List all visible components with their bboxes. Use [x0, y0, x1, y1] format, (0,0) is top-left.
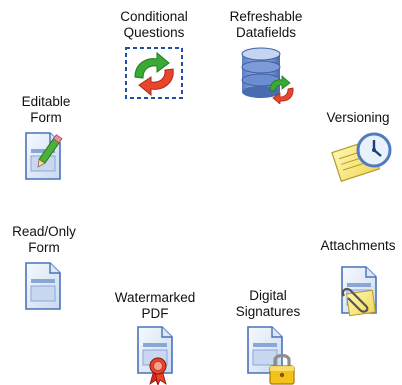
- document-ribbon-icon: [136, 326, 182, 385]
- document-lock-icon: [246, 326, 300, 385]
- editable-form-label: Editable Form: [21, 94, 71, 125]
- attachments-label: Attachments: [320, 238, 396, 253]
- read-only-form-label: Read/Only Form: [12, 224, 76, 255]
- watermarked-pdf-label: Watermarked PDF: [114, 290, 196, 321]
- document-clock-icon: [330, 130, 396, 184]
- document-icon: [24, 262, 64, 312]
- document-paperclip-icon: [340, 266, 384, 322]
- refreshable-datafields-label: Refreshable Datafields: [229, 9, 303, 40]
- recycle-arrows-icon: [125, 47, 183, 99]
- versioning-label: Versioning: [326, 110, 390, 125]
- digital-signatures-label: Digital Signatures: [235, 288, 301, 319]
- database-refresh-icon: [238, 46, 296, 104]
- document-pencil-icon: [24, 132, 76, 182]
- conditional-questions-label: Conditional Questions: [120, 9, 188, 40]
